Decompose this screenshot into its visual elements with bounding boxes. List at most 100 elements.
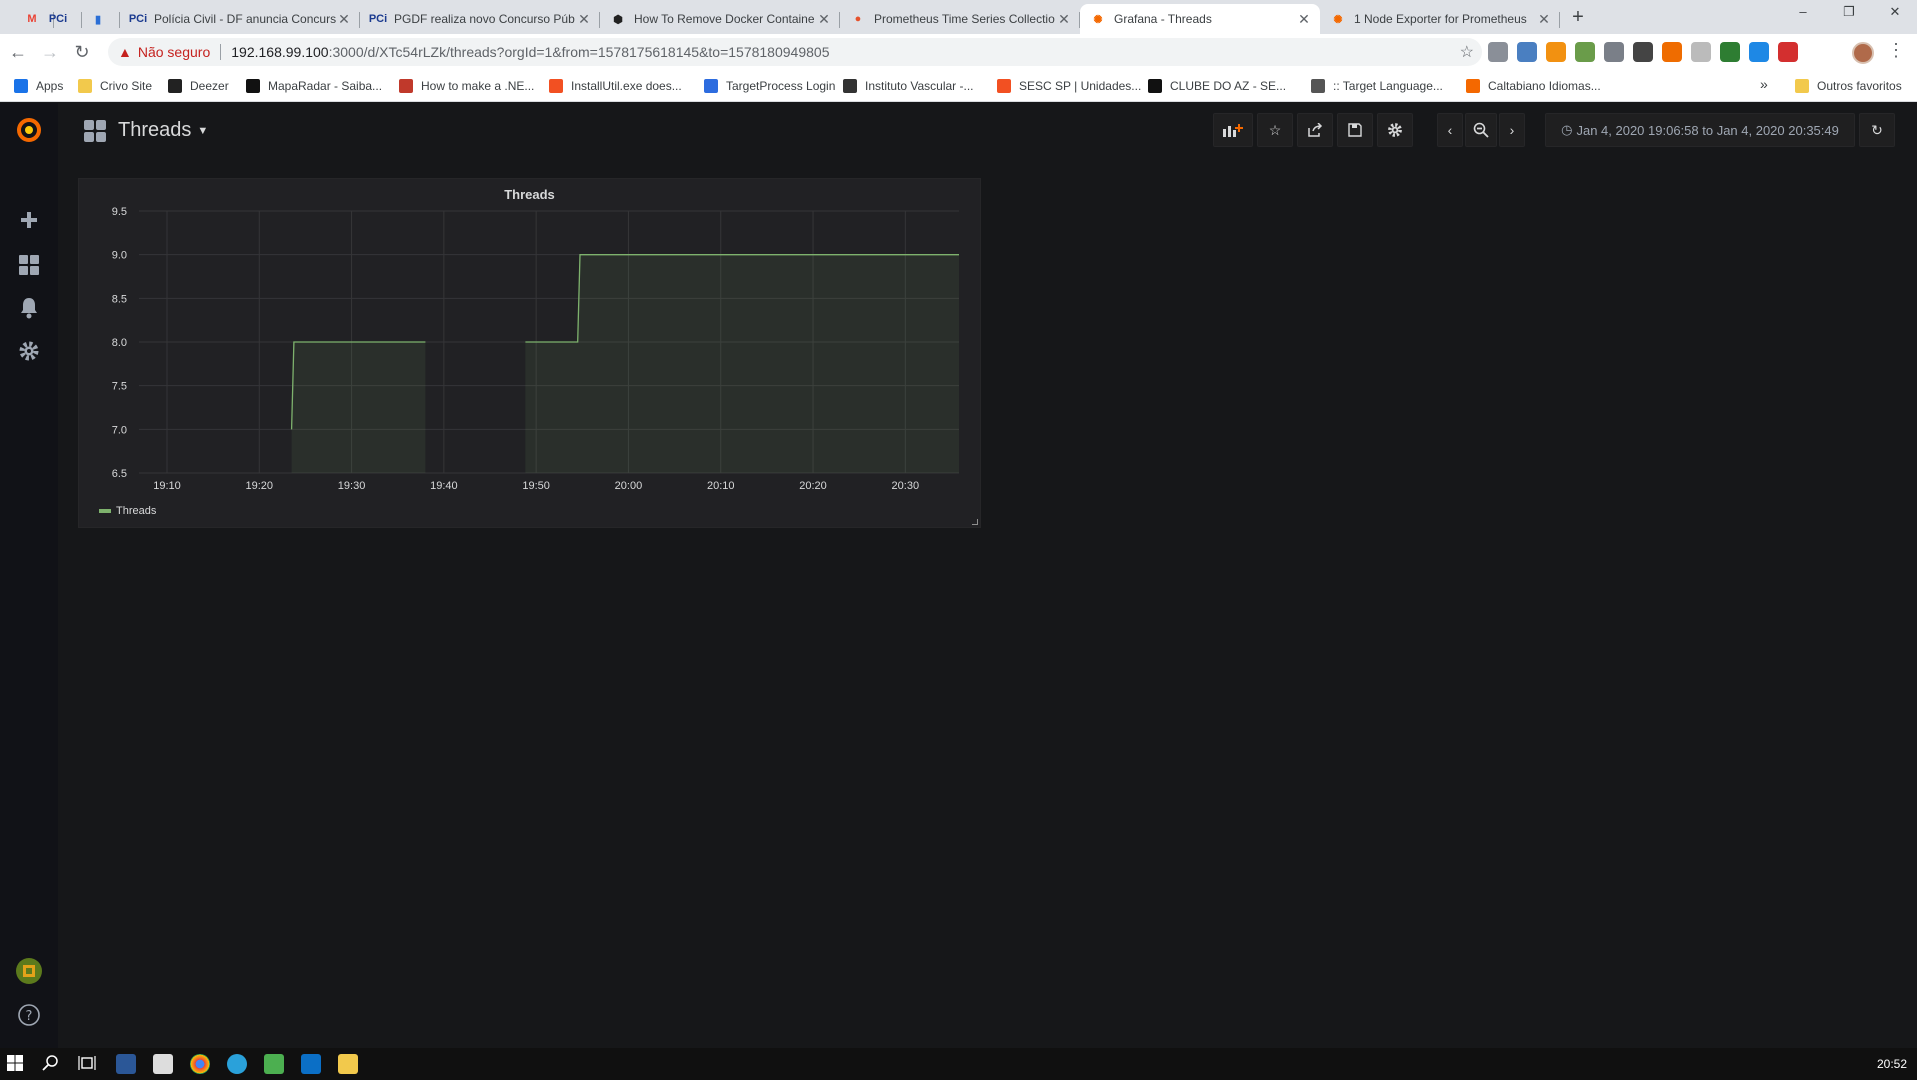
dashboard-picker[interactable]: Threads ▼ xyxy=(84,119,208,142)
close-tab-icon[interactable]: ✕ xyxy=(1296,11,1312,28)
bookmark-item[interactable]: Apps xyxy=(14,77,63,95)
bookmark-item[interactable]: Caltabiano Idiomas... xyxy=(1466,77,1601,95)
bookmark-item[interactable]: Crivo Site xyxy=(78,77,152,95)
close-tab-icon[interactable]: ✕ xyxy=(1536,11,1552,28)
adblock-extension-icon[interactable] xyxy=(1488,42,1508,62)
threads-panel: Threads 6.5 7.0 7.5 8.0 8.5 9.0 9.5 19:10 19:20 1… xyxy=(78,178,981,528)
taskbar-clock: 20:52 xyxy=(1876,1057,1907,1071)
extension-icon[interactable] xyxy=(1662,42,1682,62)
close-tab-icon[interactable]: ✕ xyxy=(1056,11,1072,28)
save-dashboard-button[interactable] xyxy=(1337,113,1373,147)
bookmark-item[interactable]: Deezer xyxy=(168,77,229,95)
legend-swatch xyxy=(99,509,111,513)
close-tab-icon[interactable]: ✕ xyxy=(576,11,592,28)
rss-extension-icon[interactable] xyxy=(1546,42,1566,62)
taskbar-app-icon[interactable] xyxy=(301,1054,321,1074)
user-avatar[interactable] xyxy=(14,956,44,986)
share-icon xyxy=(1308,123,1323,137)
configuration-gear-icon[interactable] xyxy=(14,336,44,366)
pci-icon: PCi xyxy=(368,13,388,25)
chevron-left-icon: ‹ xyxy=(1447,122,1453,138)
star-dashboard-button[interactable]: ☆ xyxy=(1257,113,1293,147)
security-label: Não seguro xyxy=(137,44,211,60)
help-icon[interactable]: ? xyxy=(14,1000,44,1030)
bookmark-label: Caltabiano Idiomas... xyxy=(1488,79,1601,93)
zoom-out-button[interactable] xyxy=(1465,113,1497,147)
file-explorer-icon[interactable] xyxy=(338,1054,358,1074)
maximize-window-button[interactable]: ❐ xyxy=(1826,4,1872,24)
browser-tab[interactable]: PCi PGDF realiza novo Concurso Púb ✕ xyxy=(360,4,600,34)
browser-tab[interactable]: PCi Polícia Civil - DF anuncia Concurs ✕ xyxy=(120,4,360,34)
bookmark-favicon-icon xyxy=(246,79,260,93)
browser-tab[interactable]: PCi xyxy=(40,4,82,34)
close-window-button[interactable]: ✕ xyxy=(1872,4,1917,24)
new-tab-button[interactable]: + xyxy=(1566,6,1590,30)
grafana-dashboard: Threads ▼ ☆ ‹ › ◷ Jan 4, 2020 19:06:58 t… xyxy=(58,103,1917,1048)
bookmark-item[interactable]: TargetProcess Login xyxy=(704,77,835,95)
alerting-bell-icon[interactable] xyxy=(14,293,44,323)
chrome-taskbar-icon[interactable] xyxy=(190,1054,210,1074)
folder-icon xyxy=(1795,79,1809,93)
taskbar-app-icon[interactable] xyxy=(153,1054,173,1074)
refresh-dashboard-button[interactable]: ↻ xyxy=(1859,113,1895,147)
back-icon[interactable]: ← xyxy=(6,40,30,64)
other-bookmarks-folder[interactable]: Outros favoritos xyxy=(1795,77,1902,95)
chevron-right-icon: › xyxy=(1509,122,1515,138)
browser-tab[interactable]: ● Prometheus Time Series Collectio ✕ xyxy=(840,4,1080,34)
bookmark-item[interactable]: MapaRadar - Saiba... xyxy=(246,77,382,95)
address-bar[interactable]: ▲ Não seguro 192.168.99.100:3000/d/XTc54… xyxy=(108,38,1482,66)
dashboard-settings-button[interactable] xyxy=(1377,113,1413,147)
other-bookmarks-label: Outros favoritos xyxy=(1817,79,1902,93)
time-forward-button[interactable]: › xyxy=(1499,113,1525,147)
bookmark-star-icon[interactable]: ☆ xyxy=(1460,42,1474,62)
share-dashboard-button[interactable] xyxy=(1297,113,1333,147)
forward-icon[interactable]: → xyxy=(38,40,62,64)
browser-tab[interactable]: ✺ 1 Node Exporter for Prometheus ✕ xyxy=(1320,4,1560,34)
legend-series-label[interactable]: Threads xyxy=(116,505,156,517)
browser-tab[interactable]: ⬢ How To Remove Docker Containe ✕ xyxy=(600,4,840,34)
close-tab-icon[interactable]: ✕ xyxy=(336,11,352,28)
dashboards-icon[interactable] xyxy=(14,250,44,280)
minimize-window-button[interactable]: – xyxy=(1780,4,1826,24)
search-icon[interactable] xyxy=(42,1054,62,1074)
extension-icon[interactable] xyxy=(1575,42,1595,62)
refresh-icon: ↻ xyxy=(1871,121,1883,138)
caret-down-icon: ▼ xyxy=(197,124,209,137)
threads-graph[interactable]: 6.5 7.0 7.5 8.0 8.5 9.0 9.5 19:10 19:20 19:30 19:4… xyxy=(79,179,982,499)
bookmark-item[interactable]: :: Target Language... xyxy=(1311,77,1443,95)
series-area xyxy=(525,254,959,473)
extension-icon[interactable] xyxy=(1691,42,1711,62)
extension-icon[interactable] xyxy=(1633,42,1653,62)
grafana-logo-icon[interactable] xyxy=(14,115,44,145)
extension-icon[interactable] xyxy=(1749,42,1769,62)
extension-icon[interactable] xyxy=(1720,42,1740,62)
browser-menu-icon[interactable]: ⋮ xyxy=(1886,40,1906,64)
extension-icon[interactable] xyxy=(1517,42,1537,62)
browser-tab[interactable]: ✺ Grafana - Threads ✕ xyxy=(1080,4,1320,34)
more-bookmarks-button[interactable]: » xyxy=(1760,76,1768,92)
create-plus-icon[interactable] xyxy=(14,205,44,235)
time-back-button[interactable]: ‹ xyxy=(1437,113,1463,147)
profile-avatar[interactable] xyxy=(1852,42,1874,64)
panel-resize-handle[interactable] xyxy=(972,519,978,525)
bookmark-item[interactable]: SESC SP | Unidades... xyxy=(997,77,1141,95)
bookmark-item[interactable]: Instituto Vascular -... xyxy=(843,77,974,95)
windows-start-icon[interactable] xyxy=(6,1054,26,1074)
taskbar-app-icon[interactable] xyxy=(264,1054,284,1074)
taskbar-app-icon[interactable] xyxy=(227,1054,247,1074)
extension-icon[interactable] xyxy=(1604,42,1624,62)
extension-icon[interactable] xyxy=(1778,42,1798,62)
bookmark-item[interactable]: InstallUtil.exe does... xyxy=(549,77,682,95)
browser-tab[interactable]: ▮ xyxy=(80,4,120,34)
time-range-picker[interactable]: ◷ Jan 4, 2020 19:06:58 to Jan 4, 2020 20… xyxy=(1545,113,1855,147)
bookmark-item[interactable]: CLUBE DO AZ - SE... xyxy=(1148,77,1286,95)
reload-icon[interactable]: ↻ xyxy=(70,40,94,64)
bookmark-item[interactable]: How to make a .NE... xyxy=(399,77,534,95)
x-tick-label: 20:10 xyxy=(707,480,735,492)
close-tab-icon[interactable]: ✕ xyxy=(816,11,832,28)
taskbar-app-icon[interactable] xyxy=(116,1054,136,1074)
add-panel-button[interactable] xyxy=(1213,113,1253,147)
task-view-icon[interactable] xyxy=(78,1054,98,1074)
y-tick-label: 7.5 xyxy=(112,381,127,393)
dashboard-title: Threads xyxy=(118,119,192,141)
